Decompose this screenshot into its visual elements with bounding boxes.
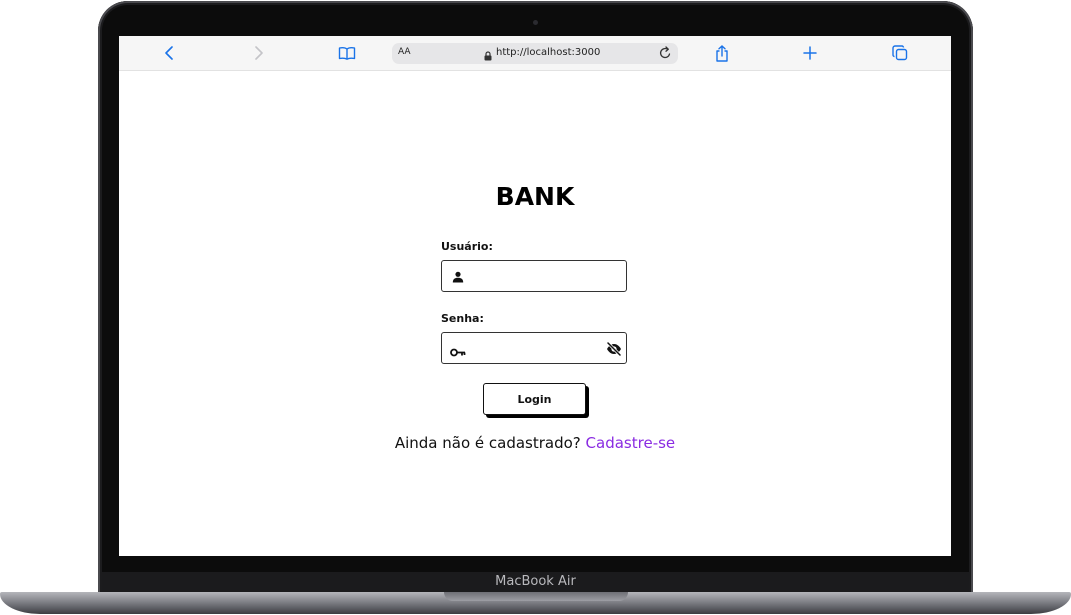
username-label: Usuário:: [441, 240, 493, 253]
signup-link[interactable]: Cadastre-se: [586, 434, 676, 452]
reload-icon[interactable]: [659, 46, 672, 65]
username-input[interactable]: [472, 265, 596, 289]
page-title: BANK: [495, 182, 575, 211]
screen: AA http://localhost:3000 BANK Usuário: S…: [119, 36, 951, 556]
book-icon[interactable]: [337, 43, 357, 63]
url-text[interactable]: http://localhost:3000: [496, 47, 600, 58]
laptop-base-notch: [444, 592, 628, 601]
signup-line: Ainda não é cadastrado? Cadastre-se: [119, 434, 951, 452]
address-bar[interactable]: AA http://localhost:3000: [392, 43, 678, 64]
username-field[interactable]: [441, 260, 627, 292]
browser-toolbar: AA http://localhost:3000: [119, 36, 951, 71]
tabs-icon[interactable]: [890, 43, 910, 63]
login-button[interactable]: Login: [483, 383, 586, 415]
password-field[interactable]: [441, 332, 627, 364]
key-icon: [450, 344, 466, 362]
camera-dot: [533, 20, 538, 25]
share-icon[interactable]: [712, 43, 732, 63]
lock-icon: [484, 48, 492, 66]
reader-aa-button[interactable]: AA: [398, 47, 411, 57]
chevron-right-icon[interactable]: [248, 43, 268, 63]
device-label: MacBook Air: [495, 574, 576, 589]
password-input[interactable]: [472, 337, 596, 361]
chevron-left-icon[interactable]: [160, 43, 180, 63]
eye-off-icon[interactable]: [606, 341, 622, 361]
signup-prompt: Ainda não é cadastrado?: [394, 434, 581, 452]
user-icon: [452, 270, 464, 288]
password-label: Senha:: [441, 312, 484, 325]
plus-icon[interactable]: [800, 43, 820, 63]
